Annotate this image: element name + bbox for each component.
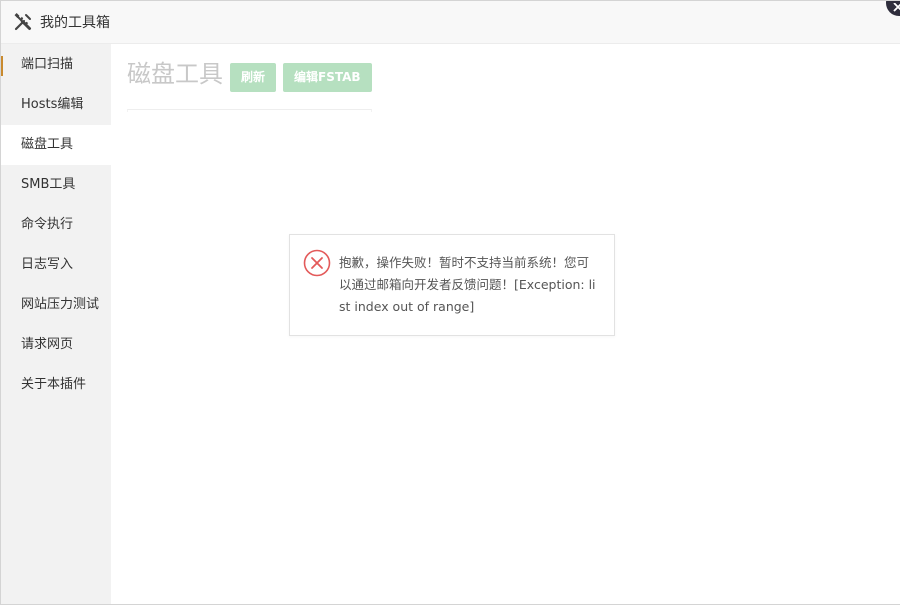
sidebar-item-disk-tools[interactable]: 磁盘工具 [1,125,111,165]
edge-accent [1,56,3,76]
window-title: 我的工具箱 [40,15,110,31]
refresh-button[interactable]: 刷新 [230,63,277,92]
sidebar-item-hosts-edit[interactable]: Hosts编辑 [1,85,111,125]
title-bar: 我的工具箱 [1,1,900,44]
sidebar-item-command-exec[interactable]: 命令执行 [1,205,111,245]
sidebar-item-about[interactable]: 关于本插件 [1,365,111,405]
sidebar-item-port-scan[interactable]: 端口扫描 [1,45,111,85]
sidebar-item-request-page[interactable]: 请求网页 [1,325,111,365]
sidebar-item-smb-tools[interactable]: SMB工具 [1,165,111,205]
tools-icon [13,12,33,32]
sidebar: 端口扫描 Hosts编辑 磁盘工具 SMB工具 命令执行 日志写入 网站压力测试… [1,44,111,604]
page-title: 磁盘工具 [127,60,223,88]
close-icon [893,3,900,12]
app-window: 我的工具箱 端口扫描 Hosts编辑 磁盘工具 SMB工具 命令执行 日志写入 … [0,0,900,605]
edit-fstab-button[interactable]: 编辑FSTAB [283,63,372,92]
sidebar-item-log-write[interactable]: 日志写入 [1,245,111,285]
error-dialog: 抱歉，操作失败！暂时不支持当前系统！您可以通过邮箱向开发者反馈问题！[Excep… [289,234,615,336]
sidebar-item-stress-test[interactable]: 网站压力测试 [1,285,111,325]
disk-panel [127,109,372,112]
close-button[interactable] [886,1,900,16]
error-message: 抱歉，操作失败！暂时不支持当前系统！您可以通过邮箱向开发者反馈问题！[Excep… [339,255,596,314]
error-icon [303,249,331,277]
